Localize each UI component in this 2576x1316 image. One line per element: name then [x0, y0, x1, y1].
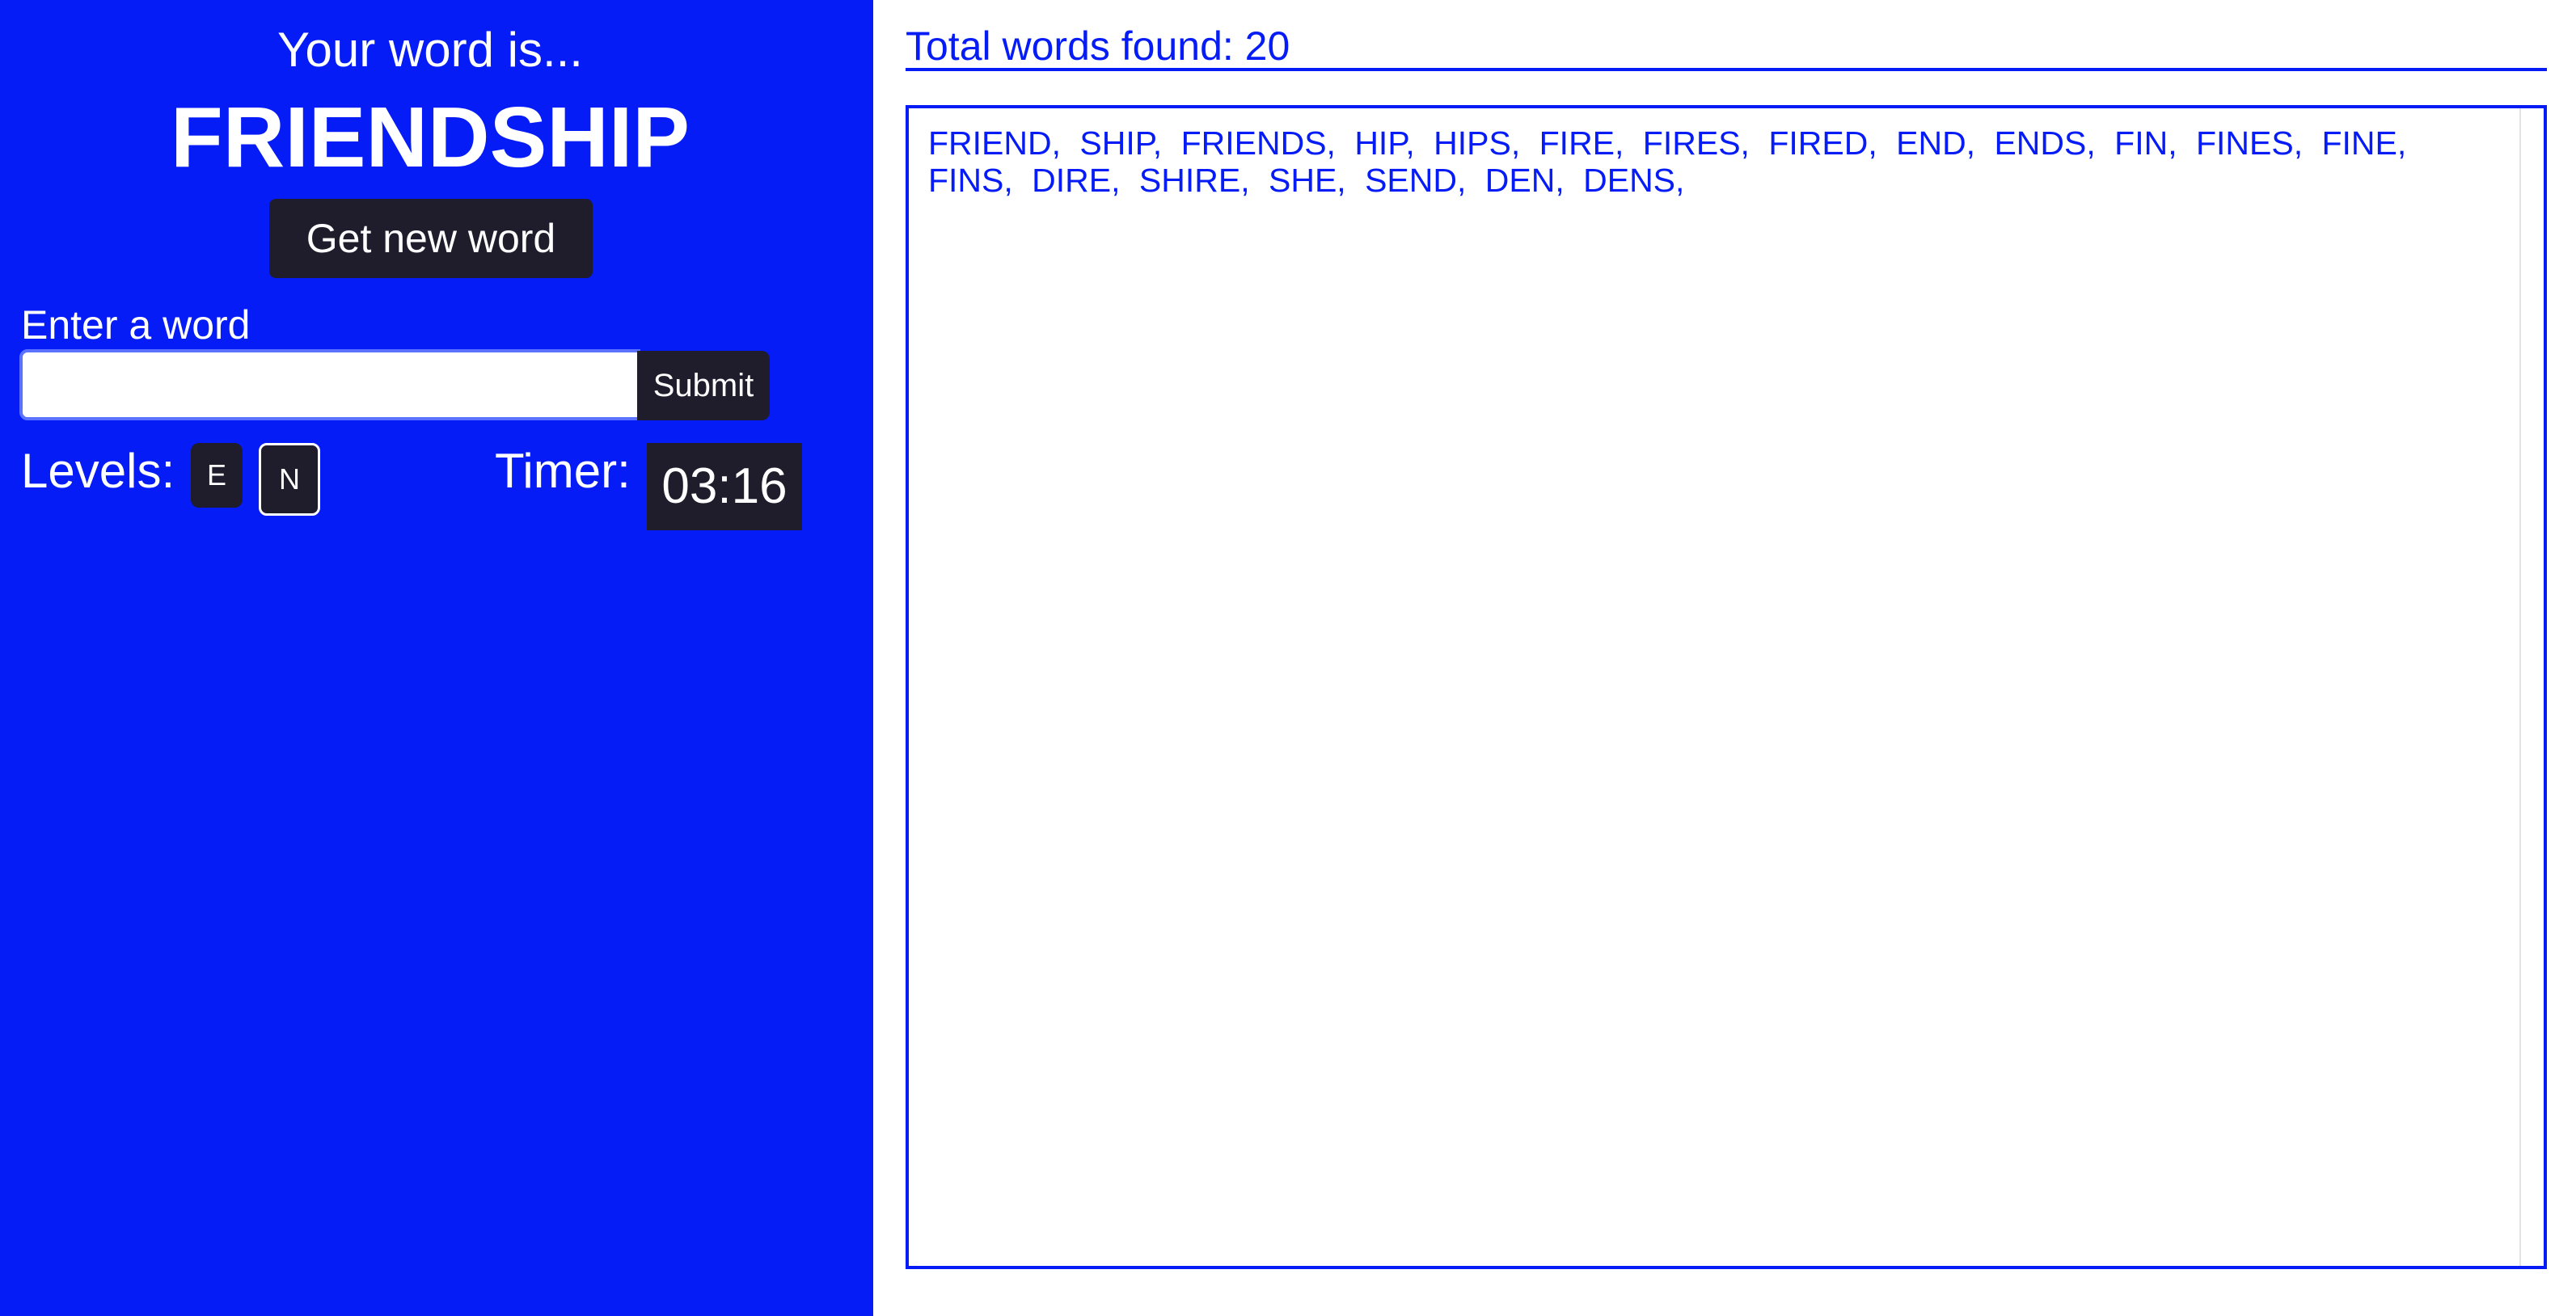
current-word: FRIENDSHIP	[171, 90, 690, 185]
header-divider	[906, 68, 2547, 71]
found-words-text: FRIEND, SHIP, FRIENDS, HIP, HIPS, FIRE, …	[928, 124, 2407, 199]
enter-word-label: Enter a word	[21, 302, 251, 348]
scrollbar[interactable]	[2519, 108, 2544, 1266]
left-panel: Your word is... FRIENDSHIP Get new word …	[0, 0, 873, 1316]
levels-label: Levels:	[21, 444, 175, 498]
word-intro: Your word is...	[277, 23, 583, 77]
found-words-list[interactable]: FRIEND, SHIP, FRIENDS, HIP, HIPS, FIRE, …	[906, 105, 2547, 1269]
level-e-button[interactable]: E	[191, 443, 243, 508]
timer-label: Timer:	[495, 444, 631, 498]
level-n-button[interactable]: N	[259, 443, 320, 516]
submit-button[interactable]: Submit	[637, 351, 770, 420]
word-input[interactable]	[19, 349, 640, 420]
get-new-word-button[interactable]: Get new word	[269, 199, 593, 278]
total-words-found: Total words found: 20	[906, 23, 1290, 69]
timer-value: 03:16	[647, 443, 802, 530]
